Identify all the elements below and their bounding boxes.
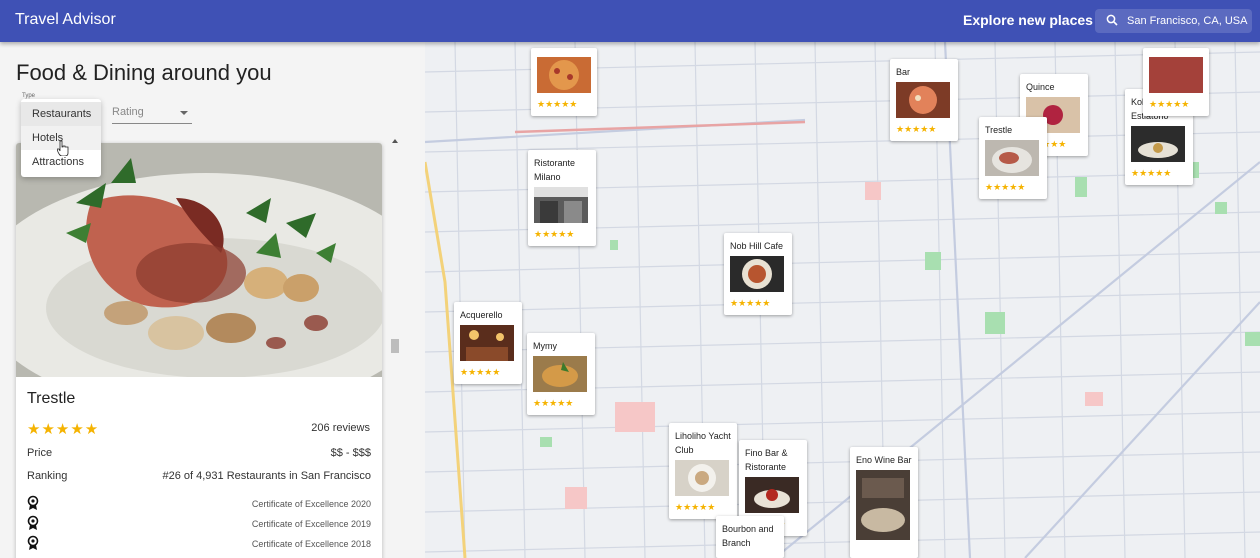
marker-photo xyxy=(460,325,514,361)
marker-stars: ★★★★★ xyxy=(533,398,574,408)
explore-label: Explore new places xyxy=(963,12,1093,28)
award-text: Certificate of Excellence 2019 xyxy=(251,519,371,529)
marker-photo xyxy=(745,477,799,513)
map-marker[interactable]: Acquerello ★★★★★ xyxy=(454,302,522,384)
rating-placeholder: Rating xyxy=(112,106,144,118)
ranking-value: #26 of 4,931 Restaurants in San Francisc… xyxy=(162,470,371,482)
marker-photo xyxy=(533,356,587,392)
award-text: Certificate of Excellence 2020 xyxy=(251,499,371,509)
place-name: Trestle xyxy=(27,390,76,407)
map-marker[interactable]: Mymy ★★★★★ xyxy=(527,333,595,415)
map-marker[interactable]: Trestle ★★★★★ xyxy=(979,117,1047,199)
marker-stars: ★★★★★ xyxy=(1149,99,1190,109)
marker-name: Trestle xyxy=(985,125,1013,135)
marker-stars: ★★★★★ xyxy=(534,229,575,239)
marker-photo xyxy=(896,82,950,118)
marker-name: Eno Wine Bar xyxy=(856,455,912,465)
map-marker[interactable]: Ristorante Milano ★★★★★ xyxy=(528,150,596,246)
page-title: Food & Dining around you xyxy=(16,60,272,85)
list-scrollbar[interactable] xyxy=(390,137,400,558)
award-text: Certificate of Excellence 2018 xyxy=(251,539,371,549)
left-panel: Food & Dining around you Type Rating Res… xyxy=(0,42,425,558)
map-marker[interactable]: Liholiho Yacht Club ★★★★★ xyxy=(669,423,737,519)
marker-name: Fino Bar & Ristorante xyxy=(745,448,788,472)
map-marker[interactable]: ★★★★★ xyxy=(531,48,597,116)
price-label: Price xyxy=(27,447,53,459)
marker-name: Nob Hill Cafe xyxy=(730,241,784,251)
map-marker[interactable]: Eno Wine Bar xyxy=(850,447,918,558)
marker-photo xyxy=(537,57,591,93)
marker-photo xyxy=(730,256,784,292)
app-bar: Travel Advisor Explore new places xyxy=(0,0,1260,42)
marker-stars: ★★★★★ xyxy=(896,124,937,134)
app-title: Travel Advisor xyxy=(15,11,116,28)
marker-name: Bourbon and Branch xyxy=(722,524,774,548)
rating-select[interactable]: Rating xyxy=(112,102,192,124)
hand-cursor-icon xyxy=(57,140,69,156)
map-marker[interactable]: Bourbon and Branch xyxy=(716,516,784,558)
dropdown-arrow-icon xyxy=(180,111,188,115)
marker-photo xyxy=(985,140,1039,176)
search-icon xyxy=(1106,14,1118,26)
price-value: $$ - $$$ xyxy=(330,447,371,459)
marker-photo xyxy=(534,187,588,223)
place-reviews: 206 reviews xyxy=(311,422,370,434)
marker-stars: ★★★★★ xyxy=(460,367,501,377)
places-list[interactable]: Trestle ★★★★★ 206 reviews Price $$ - $$$… xyxy=(8,135,402,558)
place-card[interactable]: Trestle ★★★★★ 206 reviews Price $$ - $$$… xyxy=(16,143,382,558)
marker-photo xyxy=(675,460,729,496)
marker-photo xyxy=(856,470,910,540)
award-icon xyxy=(27,515,39,530)
type-dropdown-menu: Restaurants Hotels Attractions xyxy=(21,99,101,177)
marker-stars: ★★★★★ xyxy=(537,99,578,109)
scroll-thumb[interactable] xyxy=(391,339,399,353)
marker-name: Bar xyxy=(896,67,911,77)
marker-name: Acquerello xyxy=(460,310,503,320)
marker-stars: ★★★★★ xyxy=(985,182,1026,192)
place-rating-stars: ★★★★★ xyxy=(27,421,100,438)
ranking-label: Ranking xyxy=(27,470,68,482)
award-icon xyxy=(27,495,39,510)
marker-name: Mymy xyxy=(533,341,557,351)
marker-photo xyxy=(1149,57,1203,93)
search-input[interactable] xyxy=(1127,11,1250,31)
place-photo xyxy=(16,143,382,377)
marker-name: Quince xyxy=(1026,82,1055,92)
marker-photo xyxy=(1131,126,1185,162)
map-marker[interactable]: Nob Hill Cafe ★★★★★ xyxy=(724,233,792,315)
map[interactable]: ★★★★★ Bar ★★★★★ Quince ★★★★★ Kokkari Est… xyxy=(425,42,1260,558)
map-marker[interactable]: Bar ★★★★★ xyxy=(890,59,958,141)
marker-name: Ristorante Milano xyxy=(534,158,576,182)
marker-stars: ★★★★★ xyxy=(675,502,716,512)
scroll-up-arrow-icon[interactable] xyxy=(392,139,398,143)
marker-name: Liholiho Yacht Club xyxy=(675,431,731,455)
search-box[interactable] xyxy=(1095,9,1252,33)
menu-item-restaurants[interactable]: Restaurants xyxy=(21,102,101,126)
marker-stars: ★★★★★ xyxy=(730,298,771,308)
marker-stars: ★★★★★ xyxy=(1131,168,1172,178)
award-icon xyxy=(27,535,39,550)
map-marker[interactable]: ★★★★★ xyxy=(1143,48,1209,116)
